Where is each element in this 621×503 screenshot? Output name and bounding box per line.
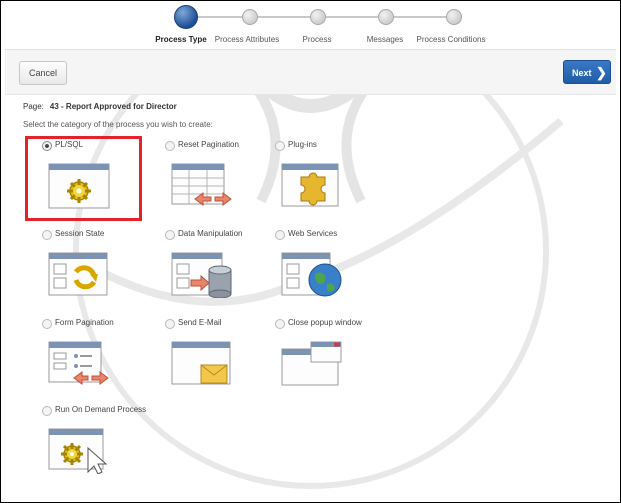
option-reset-pagination[interactable]: Reset Pagination — [165, 140, 275, 221]
option-label-session-state: Session State — [55, 229, 105, 238]
step-label-process-conditions: Process Conditions — [416, 35, 486, 44]
selection-highlight — [25, 136, 142, 221]
envelope-window-icon — [171, 341, 231, 385]
step-label-process-type: Process Type — [155, 35, 207, 44]
page-label: Page: — [23, 102, 44, 111]
option-web-services[interactable]: Web Services — [275, 229, 385, 310]
option-label-send-email: Send E-Mail — [178, 318, 222, 327]
next-button[interactable]: Next ❯ — [563, 60, 611, 84]
popup-close-icon — [281, 341, 342, 386]
radio-reset-pagination[interactable] — [165, 141, 175, 151]
wizard-frame: Process Type Process Attributes Process … — [0, 0, 621, 503]
option-label-web-services: Web Services — [288, 229, 338, 238]
radio-send-email[interactable] — [165, 319, 175, 329]
refresh-window-icon — [48, 252, 108, 296]
step-label-process-attributes: Process Attributes — [214, 35, 280, 44]
option-label-plug-ins: Plug-ins — [288, 140, 317, 149]
step-label-messages: Messages — [366, 35, 404, 44]
option-label-data-manipulation: Data Manipulation — [178, 229, 243, 238]
step-dot-messages — [378, 9, 394, 25]
option-session-state[interactable]: Session State — [42, 229, 152, 310]
option-run-on-demand-process[interactable]: Run On Demand Process — [42, 405, 152, 486]
wizard-progress: Process Type Process Attributes Process … — [5, 1, 616, 50]
radio-form-pagination[interactable] — [42, 319, 52, 329]
table-arrows-icon — [171, 163, 232, 206]
globe-window-icon — [281, 252, 342, 297]
option-send-email[interactable]: Send E-Mail — [165, 318, 275, 399]
cancel-button[interactable]: Cancel — [19, 61, 67, 85]
database-window-icon — [171, 252, 232, 298]
option-label-reset-pagination: Reset Pagination — [178, 140, 239, 149]
option-data-manipulation[interactable]: Data Manipulation — [165, 229, 275, 310]
option-label-close-popup-window: Close popup window — [288, 318, 362, 327]
radio-plug-ins[interactable] — [275, 141, 285, 151]
step-dot-process-type — [174, 5, 198, 29]
chevron-right-icon: ❯ — [596, 65, 607, 80]
radio-web-services[interactable] — [275, 230, 285, 240]
puzzle-window-icon — [281, 163, 339, 207]
option-label-form-pagination: Form Pagination — [55, 318, 114, 327]
option-label-run-on-demand-process: Run On Demand Process — [55, 405, 147, 414]
page-value: 43 - Report Approved for Director — [49, 102, 177, 111]
instruction-text: Select the category of the process you w… — [23, 120, 213, 129]
option-form-pagination[interactable]: Form Pagination — [42, 318, 152, 399]
page-info: Page: 43 - Report Approved for Director — [23, 102, 177, 111]
form-arrows-icon — [48, 341, 109, 385]
step-dot-process — [310, 9, 326, 25]
option-close-popup-window[interactable]: Close popup window — [275, 318, 385, 399]
radio-session-state[interactable] — [42, 230, 52, 240]
radio-close-popup-window[interactable] — [275, 319, 285, 329]
button-bar: Cancel Next ❯ — [5, 50, 616, 95]
wizard-track — [195, 16, 460, 18]
step-dot-process-attributes — [242, 9, 258, 25]
option-plug-ins[interactable]: Plug-ins — [275, 140, 385, 221]
gear-cursor-icon — [48, 428, 108, 474]
radio-run-on-demand-process[interactable] — [42, 406, 52, 416]
step-dot-process-conditions — [446, 9, 462, 25]
step-label-process: Process — [302, 35, 332, 44]
radio-data-manipulation[interactable] — [165, 230, 175, 240]
next-button-label: Next — [572, 68, 592, 78]
